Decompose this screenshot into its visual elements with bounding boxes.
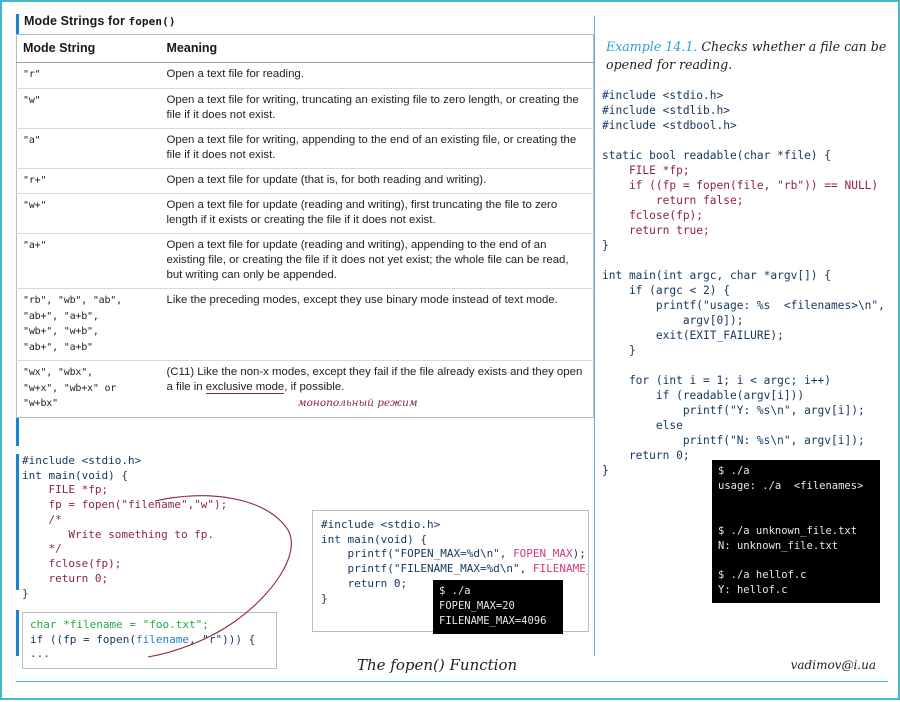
snippet-ellipsis: ... [30,647,50,661]
snippet-line: fclose(fp); [22,557,122,571]
table-row: "r" Open a text file for reading. [16,62,594,89]
footer-title: The fopen() Function [357,656,518,674]
snippet-line: Write something to fp. [22,527,215,541]
snippet-filename-read-box: char *filename = "foo.txt"; if ((fp = fo… [22,612,277,670]
cell-meaning: Open a text file for update (reading and… [160,193,594,235]
snippet-line: int main(void) { [22,468,128,482]
exclusive-mode-underline: exclusive mode [205,381,285,395]
snippet-line: fp = fopen("filename","w"); [22,498,228,512]
snippet-token-if: if ((fp = fopen( [30,632,136,646]
cell-meaning-exclusive: (C11) Like the non-x modes, except they … [161,361,594,418]
snippet-line: } [22,586,29,600]
accent-bar-snippet [16,454,19,590]
footer-email: vadimov@i.ua [790,658,876,672]
cell-mode: "r+" [16,168,161,195]
snippet-token-comma: , [188,632,203,646]
snippet-token-decl: *filename = [56,618,143,631]
table-row: "wx", "wbx", "w+x", "wb+x" or "w+bx" (C1… [17,361,594,418]
snippet-token-tail: ))) { [222,632,256,646]
cell-meaning: Open a text file for writing, truncating… [160,88,594,129]
snippet-line: FILE *fp; [22,483,109,497]
snippet-line: ); [572,547,586,561]
table-row: "a" Open a text file for writing, append… [16,128,594,169]
table-caption: Mode Strings for fopen() [16,12,594,34]
cell-meaning: Open a text file for update (reading and… [160,233,594,290]
snippet-token-var: filename [135,632,189,646]
code-part-main: } int main(int argc, char *argv[]) { if … [602,239,885,477]
example-code-block: #include <stdio.h> #include <stdlib.h> #… [602,88,885,478]
snippet-line: printf("FOPEN_MAX=%d\n", [321,547,514,561]
russian-annotation: монопольный режим [297,396,418,409]
cell-mode: "w" [16,88,161,129]
cell-mode: "a+" [16,233,161,290]
snippet-line: #include <stdio.h> [22,454,142,467]
table-row: "rb", "wb", "ab", "ab+", "a+b", "wb+", "… [16,288,594,362]
snippet-line: return 0; [321,576,408,590]
mode-strings-table-panel: Mode Strings for fopen() Mode String Mea… [16,12,594,418]
example-caption: Example 14.1. Checks whether a file can … [606,38,888,74]
accent-bar-boxed [16,610,19,656]
table-caption-code: fopen() [128,15,176,28]
terminal-output-fopen-max: $ ./a FOPEN_MAX=20 FILENAME_MAX=4096 [433,580,563,634]
snippet-fopen-write: #include <stdio.h> int main(void) { FILE… [22,454,227,601]
col-header-meaning: Meaning [160,34,594,63]
table-row: "w" Open a text file for writing, trunca… [16,88,594,129]
table-header-row: Mode String Meaning [16,34,594,63]
snippet-line: } [321,591,328,605]
cell-mode: "r" [16,62,161,89]
footer-divider [16,681,888,682]
table-row: "a+" Open a text file for update (readin… [16,233,594,290]
cell-mode: "a" [16,128,161,169]
cell-meaning: Like the preceding modes, except they us… [160,288,594,362]
vertical-divider [594,16,595,656]
mode-strings-table: Mode String Meaning "r" Open a text file… [16,34,594,418]
snippet-line: /* [22,512,62,526]
cell-meaning: Open a text file for reading. [160,62,594,89]
snippet-token-string: "foo.txt"; [142,618,209,631]
snippet-line: #include <stdio.h> [321,518,441,531]
terminal-output-readable: $ ./a usage: ./a <filenames> $ ./a unkno… [712,460,880,604]
cell-mode: "w+" [16,193,161,235]
code-part-readable-body: FILE *fp; if ((fp = fopen(file, "rb")) =… [628,164,879,237]
cell-meaning: Open a text file for update (that is, fo… [160,168,594,195]
cell-meaning: Open a text file for writing, appending … [160,128,594,169]
table-row: "w+" Open a text file for update (readin… [16,193,594,235]
snippet-token-fopen-max: FOPEN_MAX [513,547,573,561]
table-caption-text: Mode Strings for [24,14,129,28]
snippet-token-type: char [30,618,57,631]
code-part-includes: #include <stdio.h> #include <stdlib.h> #… [602,89,832,162]
meaning-part2: , if possible. [284,381,345,394]
col-header-mode-string: Mode String [16,34,161,63]
snippet-line: int main(void) { [321,532,427,546]
cell-mode: "rb", "wb", "ab", "ab+", "a+b", "wb+", "… [16,288,161,362]
table-row: "r+" Open a text file for update (that i… [16,168,594,195]
example-label: Example 14.1. [606,39,698,54]
snippet-line: printf("FILENAME_MAX=%d\n", [321,562,533,576]
snippet-token-filename-max: FILENAME_MAX [532,562,588,576]
snippet-line: */ [22,542,62,556]
slide-root: Mode Strings for fopen() Mode String Mea… [0,0,900,700]
snippet-line: return 0; [22,571,109,585]
snippet-token-mode: "r" [202,632,223,646]
